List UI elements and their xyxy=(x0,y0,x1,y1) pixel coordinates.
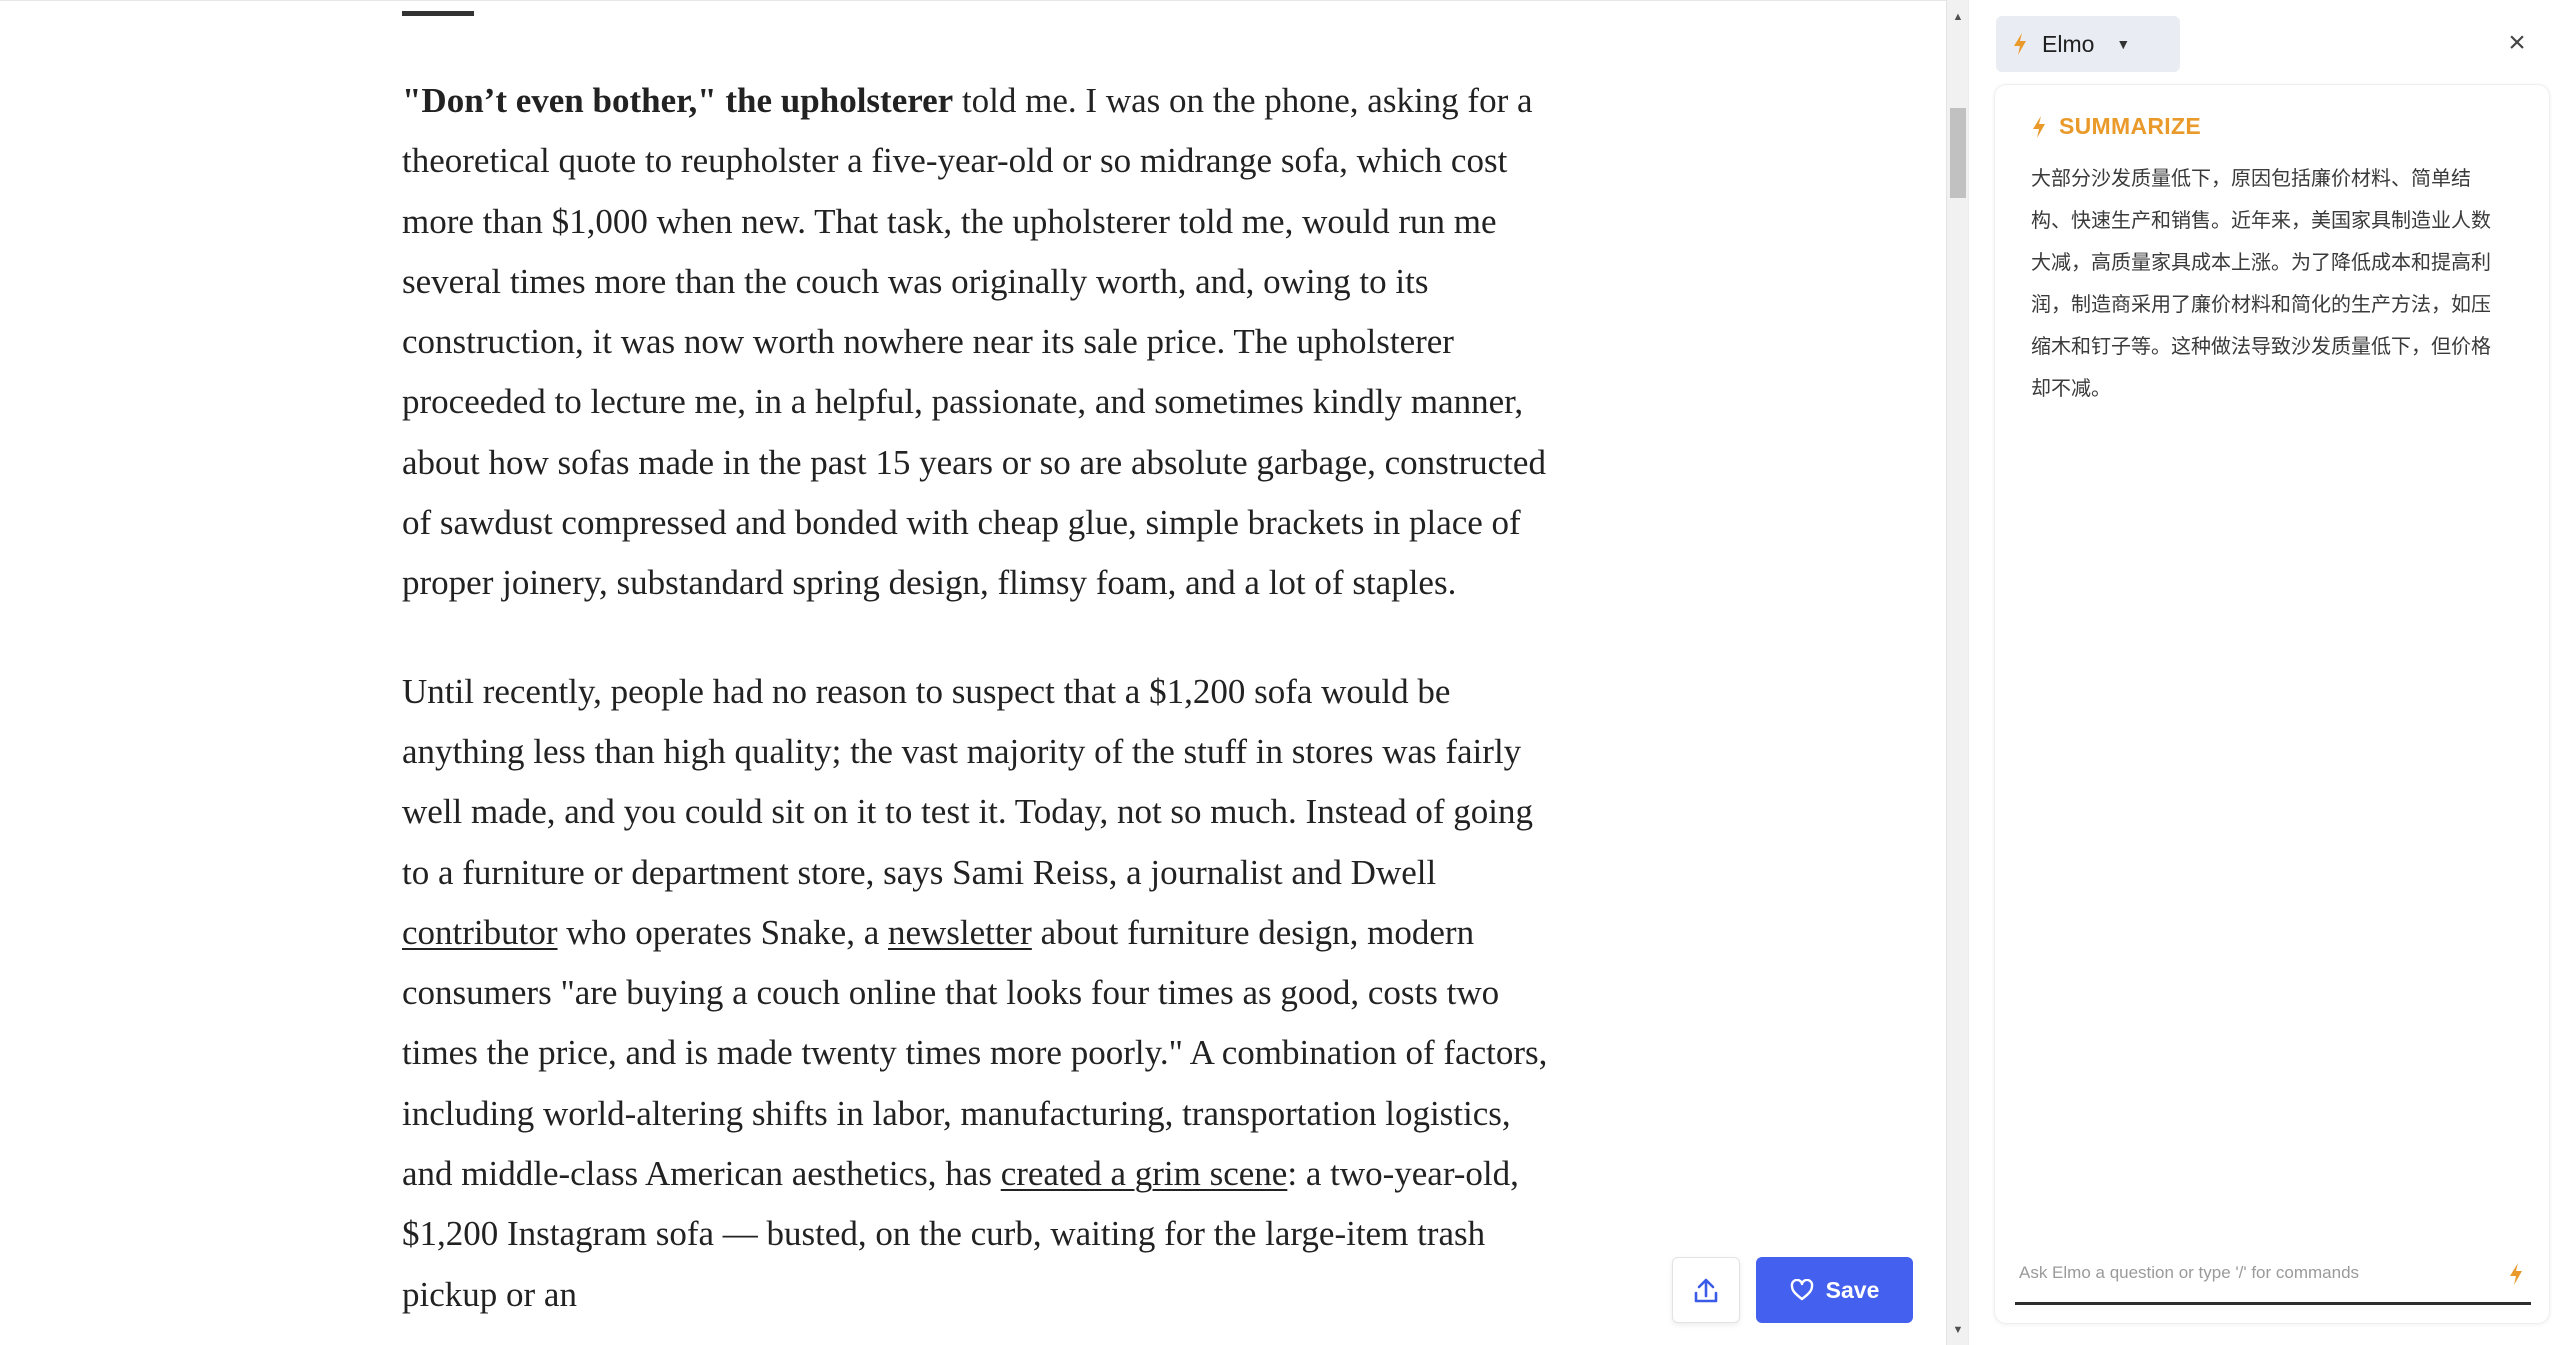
send-lightning-icon[interactable] xyxy=(2503,1259,2529,1289)
article-paragraph-2-text-a: Until recently, people had no reason to … xyxy=(402,671,1534,892)
ask-input[interactable] xyxy=(2015,1249,2475,1297)
save-button[interactable]: Save xyxy=(1756,1257,1913,1323)
summary-text: 大部分沙发质量低下，原因包括廉价材料、简单结构、快速生产和销售。近年来，美国家具… xyxy=(2031,166,2491,400)
assistant-selector[interactable]: Elmo ▼ xyxy=(1996,16,2180,72)
article-paragraph-2: Until recently, people had no reason to … xyxy=(402,662,1562,1325)
scroll-thumb[interactable] xyxy=(1950,108,1966,198)
article-paragraph-1-text: told me. I was on the phone, asking for … xyxy=(402,81,1546,603)
article-top-rule xyxy=(402,11,474,16)
summary-title: SUMMARIZE xyxy=(2059,113,2201,139)
lightning-icon xyxy=(2014,33,2026,55)
grim-scene-link[interactable]: created a grim scene xyxy=(1001,1154,1288,1193)
save-button-label: Save xyxy=(1825,1276,1880,1303)
share-button[interactable] xyxy=(1672,1257,1740,1323)
scroll-up-arrow-icon[interactable]: ▲ xyxy=(1947,6,1969,28)
article-paragraph-1: "Don’t even bother," the upholsterer tol… xyxy=(402,71,1562,614)
article-paragraph-2-text-b: who operates Snake, a xyxy=(557,912,888,952)
article-lead-in: "Don’t even bother," the upholsterer xyxy=(402,81,954,120)
newsletter-link[interactable]: newsletter xyxy=(888,913,1032,952)
lightning-icon xyxy=(2033,115,2045,138)
chevron-down-icon: ▼ xyxy=(2116,36,2131,52)
summary-card: SUMMARIZE 大部分沙发质量低下，原因包括廉价材料、简单结构、快速生产和销… xyxy=(1994,84,2550,1324)
article-scrollbar[interactable]: ▲ ▼ xyxy=(1946,0,1968,1345)
article-body: "Don’t even bother," the upholsterer tol… xyxy=(402,71,1562,1325)
article-pane: "Don’t even bother," the upholsterer tol… xyxy=(0,0,1948,1345)
scroll-down-arrow-icon[interactable]: ▼ xyxy=(1947,1319,1969,1341)
article-paragraph-2-text-c: about furniture design, modern consumers… xyxy=(402,912,1548,1194)
heart-icon xyxy=(1790,1279,1813,1301)
contributor-link[interactable]: contributor xyxy=(402,913,558,952)
ask-box[interactable] xyxy=(2015,1249,2531,1305)
panel-divider xyxy=(1968,0,1976,1345)
assistant-panel: Elmo ▼ × SUMMARIZE 大部分沙发质量低下，原因包括廉价材料、简单… xyxy=(1976,0,2559,1345)
upload-icon xyxy=(1694,1278,1718,1303)
close-icon[interactable]: × xyxy=(2500,26,2534,60)
summary-heading: SUMMARIZE xyxy=(2031,113,2201,140)
assistant-name: Elmo xyxy=(2042,30,2095,57)
